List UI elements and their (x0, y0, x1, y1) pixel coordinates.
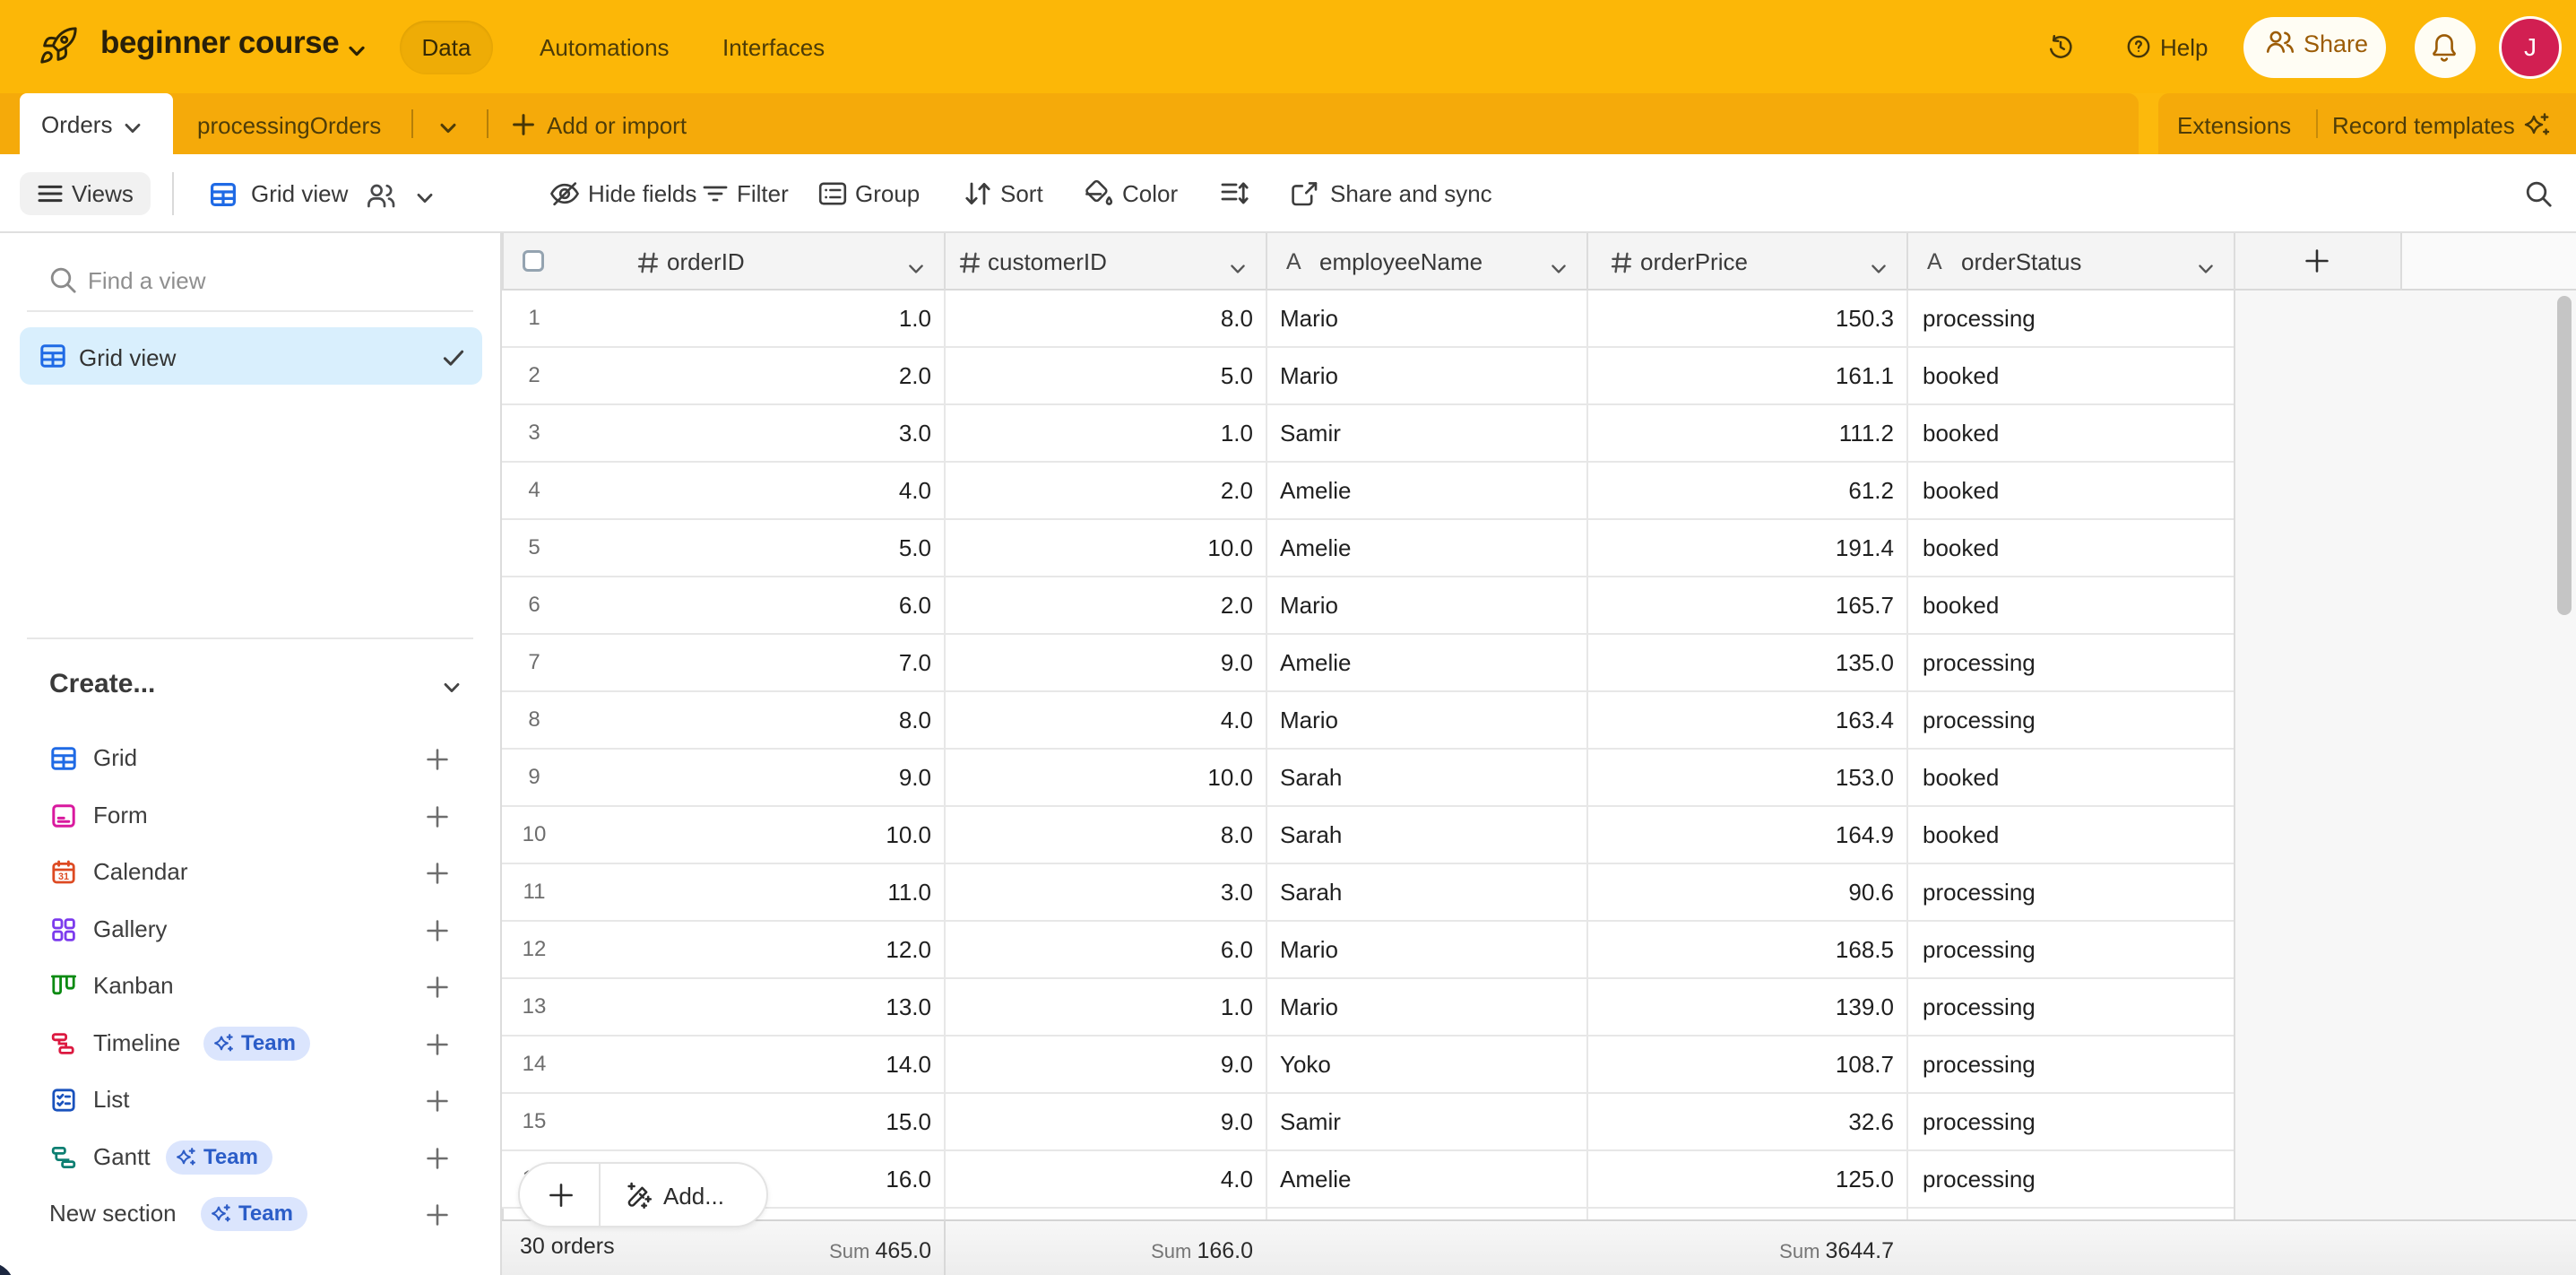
svg-text:31: 31 (58, 872, 69, 882)
